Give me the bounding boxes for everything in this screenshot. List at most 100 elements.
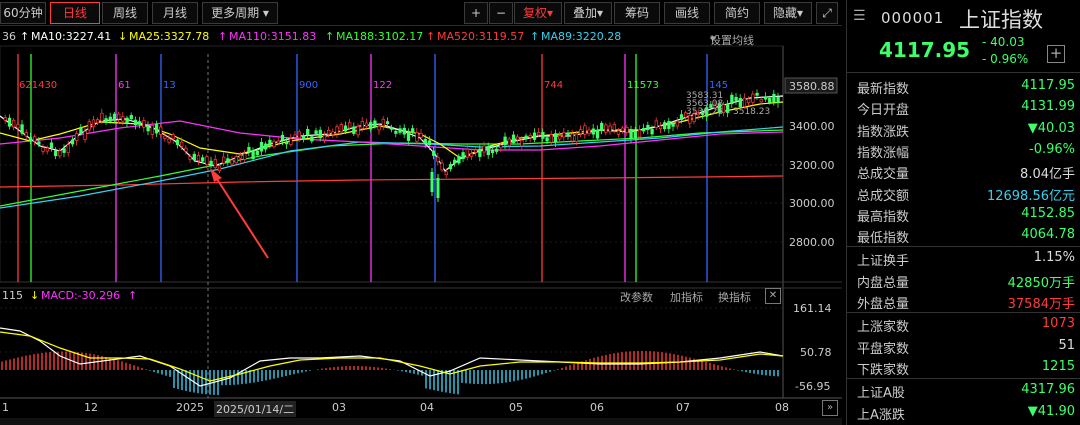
candle-body <box>49 142 54 149</box>
candle-body <box>430 172 434 192</box>
candle-body <box>528 135 532 138</box>
candle-body <box>482 145 486 153</box>
macd-axis-label: 50.78 <box>800 346 832 359</box>
quote-row: 指数涨幅 -0.96% <box>847 140 1080 161</box>
vline-label: 900 <box>299 80 318 91</box>
quote-label: 今日开盘 <box>857 103 910 119</box>
period-week-button[interactable]: 周线 <box>102 2 148 24</box>
draw-line-button[interactable]: 画线 <box>664 2 710 24</box>
candle-body <box>201 157 205 162</box>
simple-mode-button[interactable]: 简约 <box>714 2 760 24</box>
quote-value: 1.15% <box>1033 250 1075 266</box>
candle-body <box>205 156 209 165</box>
candle-body <box>616 130 621 135</box>
candle-body <box>335 126 339 135</box>
quote-value: 8.04亿手 <box>1020 167 1075 183</box>
quote-label: 外盘总量 <box>857 297 910 312</box>
candle-body <box>83 131 87 140</box>
candle-body <box>377 125 381 131</box>
add-indicator-button[interactable]: 加指标 <box>670 289 703 305</box>
menu-icon[interactable]: ☰ <box>853 8 866 24</box>
candle-body <box>310 136 314 142</box>
candle-body <box>37 141 41 145</box>
quote-value: -0.96% <box>1029 141 1075 157</box>
close-icon[interactable]: ✕ <box>765 288 781 304</box>
candle-body <box>373 120 377 127</box>
divider <box>847 377 1080 379</box>
candle-body <box>20 124 24 134</box>
quote-row: 最低指数 4064.78 <box>847 225 1080 246</box>
candle-body <box>70 139 75 145</box>
candle-body <box>91 119 96 128</box>
candle-body <box>318 129 322 139</box>
candle-body <box>566 132 570 137</box>
add-watchlist-button[interactable]: + <box>1047 45 1065 63</box>
candle-body <box>453 159 457 164</box>
candle-body <box>79 126 83 134</box>
x-axis-label: 03 <box>332 401 346 414</box>
quote-panel: ☰ 000001 上证指数 4117.95 - 40.03 - 0.96% + … <box>846 0 1080 425</box>
hide-button[interactable]: 隐藏▾ <box>764 2 812 24</box>
quote-value: 51 <box>1058 337 1075 353</box>
divider <box>847 312 1080 313</box>
switch-indicator-button[interactable]: 换指标 <box>718 289 751 305</box>
candle-body <box>419 132 423 138</box>
period-day-button[interactable]: 日线 <box>50 2 100 24</box>
candle-body <box>440 162 444 171</box>
overlay-label: 叠加 <box>572 6 597 20</box>
candle-body <box>469 153 474 157</box>
x-axis-label: 2025 <box>176 401 204 414</box>
price-axis-label: 3580.88 <box>789 80 835 93</box>
candle-body <box>196 155 201 161</box>
price-chart[interactable]: 621430 61 13 900 122 744 11573 145 3580.… <box>0 26 842 400</box>
candle-body <box>587 129 591 135</box>
period-60min-button[interactable]: 60分钟 <box>0 2 46 24</box>
quote-label: 上证A股 <box>857 386 905 402</box>
chips-button[interactable]: 筹码 <box>614 2 660 24</box>
overlay-button[interactable]: 叠加▾ <box>564 2 612 24</box>
candle-body <box>306 128 310 136</box>
change-amount: - 40.03 <box>982 35 1025 49</box>
candle-body <box>96 119 100 124</box>
candle-body <box>499 144 503 149</box>
quote-label: 上涨家数 <box>857 320 910 336</box>
fuquan-button[interactable]: 复权▾ <box>514 2 562 24</box>
candle-body <box>390 126 394 130</box>
vertical-marker-labels: 621430 61 13 900 122 744 11573 145 <box>19 80 728 91</box>
candle-body <box>213 159 217 169</box>
quote-label: 最新指数 <box>857 82 910 97</box>
candle-body <box>255 150 259 155</box>
candle-body <box>33 136 37 142</box>
chevron-down-icon: ▾ <box>796 6 804 20</box>
quote-value: 1073 <box>1041 316 1075 332</box>
price-axis: 3580.88 3400.00 3200.00 3000.00 2800.00 <box>784 77 838 249</box>
candle-body <box>331 131 335 135</box>
x-axis-label: 1 <box>2 401 9 414</box>
macd-axis-label: -56.95 <box>795 380 830 393</box>
x-axis-label: 07 <box>676 401 690 414</box>
macd-axis: 161.14 50.78 -56.95 <box>793 302 832 393</box>
candle-body <box>726 103 730 113</box>
candle-body <box>16 124 20 129</box>
candle-body <box>679 114 684 120</box>
candle-body <box>612 124 616 131</box>
candle-body <box>411 128 415 134</box>
candle-body <box>142 120 146 128</box>
ma520-line <box>0 175 784 188</box>
candle-body <box>272 140 276 148</box>
candle-body <box>763 96 768 100</box>
candle-body <box>163 135 167 139</box>
edit-params-button[interactable]: 改参数 <box>620 289 653 305</box>
more-period-button[interactable]: 更多周期 ▾ <box>202 2 278 24</box>
quote-label: 总成交额 <box>857 188 910 204</box>
candle-body <box>583 125 587 135</box>
candle-body <box>54 150 58 157</box>
price-axis-label: 3000.00 <box>789 197 835 210</box>
candle-body <box>280 134 285 141</box>
zoom-out-button[interactable]: − <box>489 2 513 24</box>
fullscreen-button[interactable]: ⤢ <box>816 2 838 24</box>
quote-value: 4317.96 <box>1021 382 1075 398</box>
scroll-right-icon[interactable]: » <box>822 400 838 416</box>
zoom-in-button[interactable]: + <box>464 2 488 24</box>
period-month-button[interactable]: 月线 <box>152 2 198 24</box>
